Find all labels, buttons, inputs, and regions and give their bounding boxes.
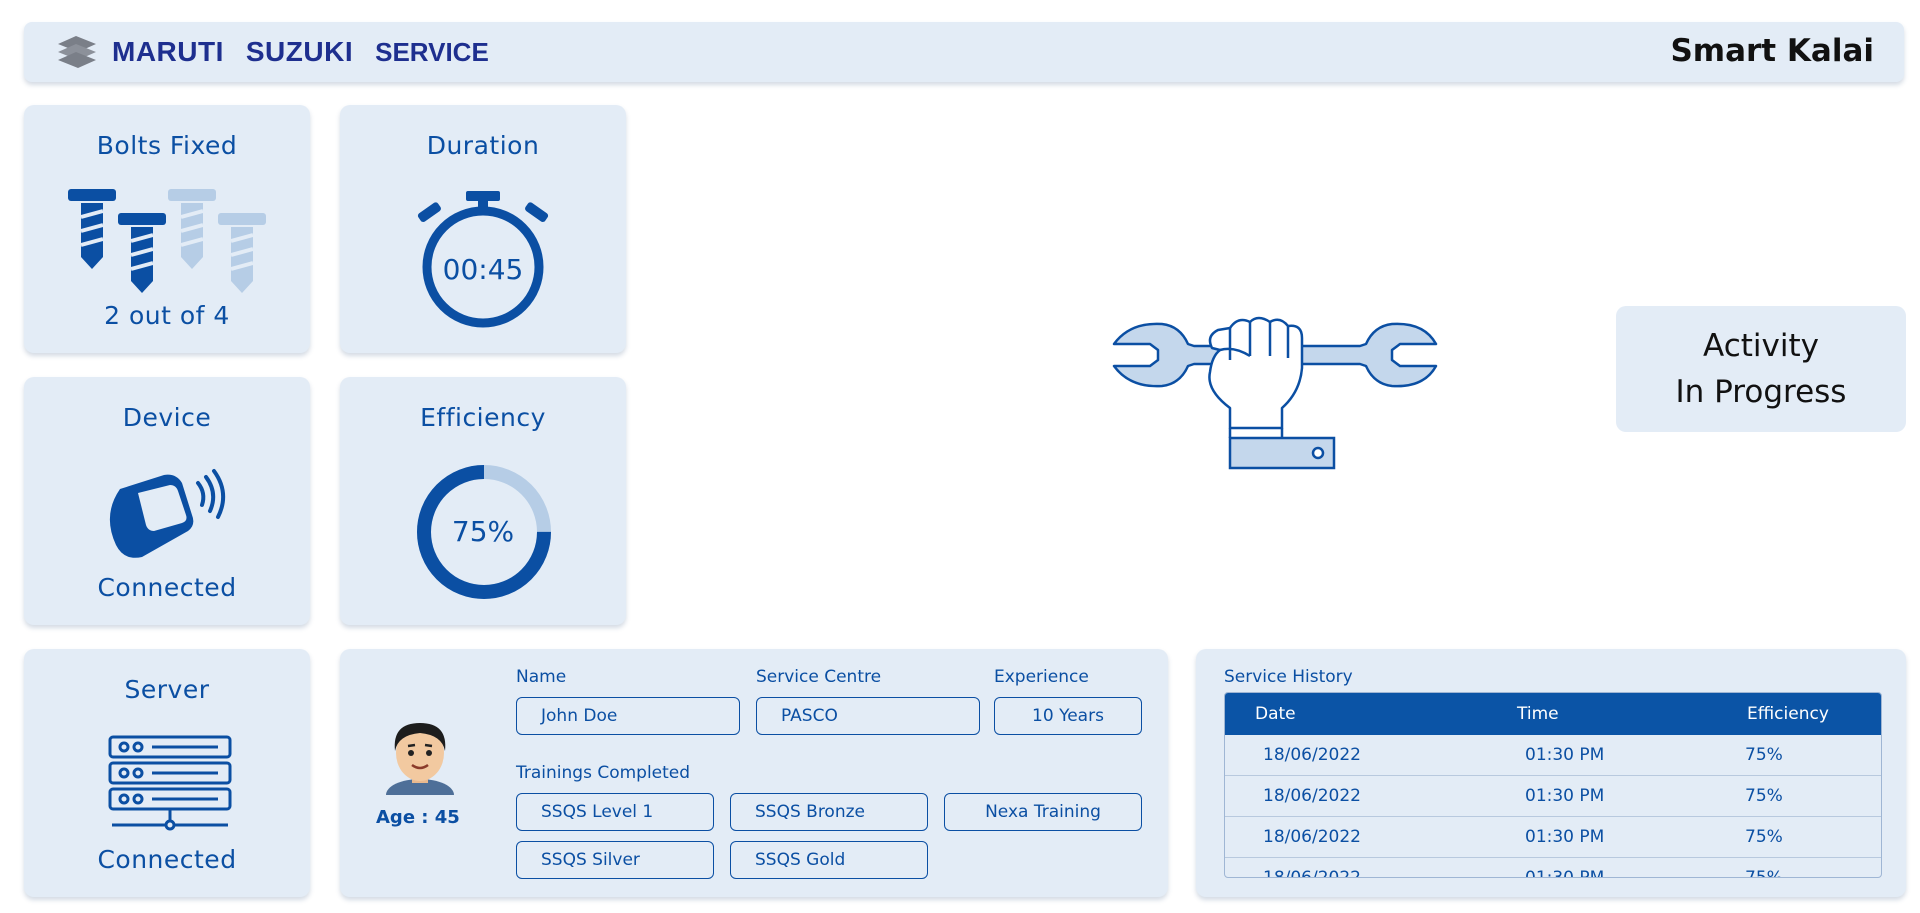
service-centre-label: Service Centre: [756, 667, 882, 687]
server-status: Connected: [97, 845, 237, 874]
experience-field: 10 Years: [994, 697, 1142, 735]
hand-wrench-icon: [1112, 316, 1438, 470]
table-header: Date Time Efficiency: [1225, 693, 1881, 735]
brand-logo: MARUTI SUZUKI SERVICE: [56, 36, 489, 68]
table-row: 18/06/2022 01:30 PM 75%: [1225, 735, 1881, 776]
brand-suzuki: SUZUKI: [245, 36, 354, 67]
row-date: 18/06/2022: [1263, 745, 1361, 765]
bolts-fixed-status: 2 out of 4: [104, 301, 230, 330]
row-efficiency: 75%: [1745, 745, 1783, 765]
server-title: Server: [124, 675, 210, 704]
efficiency-value: 75%: [451, 515, 515, 548]
row-time: 01:30 PM: [1525, 786, 1605, 806]
brand-maruti: MARUTI: [112, 36, 224, 67]
training-badge: SSQS Level 1: [516, 793, 714, 831]
experience-label: Experience: [994, 667, 1089, 687]
name-field: John Doe: [516, 697, 740, 735]
training-badge: Nexa Training: [944, 793, 1142, 831]
device-status: Connected: [97, 573, 237, 602]
efficiency-title: Efficiency: [420, 403, 546, 432]
column-header-efficiency: Efficiency: [1747, 704, 1829, 724]
trainings-label: Trainings Completed: [516, 763, 691, 783]
column-header-date: Date: [1255, 704, 1296, 724]
duration-tile: Duration 00:45: [340, 105, 626, 353]
training-badge: SSQS Silver: [516, 841, 714, 879]
row-time: 01:30 PM: [1525, 868, 1605, 878]
row-efficiency: 75%: [1745, 868, 1783, 878]
table-row: 18/06/2022 01:30 PM 75%: [1225, 776, 1881, 817]
training-badge: SSQS Bronze: [730, 793, 928, 831]
duration-title: Duration: [426, 131, 540, 160]
activity-status-card: Activity In Progress: [1616, 306, 1906, 432]
bolts-icon: [68, 189, 266, 293]
device-tile: Device Connected: [24, 377, 310, 625]
age-label: Age : 45: [376, 807, 460, 828]
row-efficiency: 75%: [1745, 827, 1783, 847]
suzuki-s-icon: [58, 36, 96, 68]
avatar: [386, 723, 454, 795]
service-history-table[interactable]: Date Time Efficiency 18/06/2022 01:30 PM…: [1224, 692, 1882, 878]
row-date: 18/06/2022: [1263, 827, 1361, 847]
server-icon: [108, 735, 232, 831]
activity-line-2: In Progress: [1675, 374, 1847, 410]
duration-time: 00:45: [442, 253, 524, 286]
table-row: 18/06/2022 01:30 PM 75%: [1225, 858, 1881, 878]
brand-service: SERVICE: [375, 36, 489, 67]
header-bar: MARUTI SUZUKI SERVICE Smart Kalai: [24, 22, 1904, 82]
column-header-time: Time: [1517, 704, 1559, 724]
technician-profile-card: Age : 45 Name Service Centre Experience …: [340, 649, 1168, 897]
row-efficiency: 75%: [1745, 786, 1783, 806]
table-row: 18/06/2022 01:30 PM 75%: [1225, 817, 1881, 858]
smartwatch-icon: [109, 469, 226, 558]
efficiency-tile: Efficiency 75%: [340, 377, 626, 625]
bolts-fixed-tile: Bolts Fixed 2 out of 4: [24, 105, 310, 353]
activity-line-1: Activity: [1703, 328, 1819, 364]
row-date: 18/06/2022: [1263, 786, 1361, 806]
server-tile: Server Connected: [24, 649, 310, 897]
service-history-title: Service History: [1224, 667, 1353, 687]
bolts-fixed-title: Bolts Fixed: [96, 131, 238, 160]
name-label: Name: [516, 667, 567, 687]
service-centre-field: PASCO: [756, 697, 980, 735]
row-time: 01:30 PM: [1525, 827, 1605, 847]
training-badge: SSQS Gold: [730, 841, 928, 879]
app-title: Smart Kalai: [1670, 33, 1874, 69]
row-date: 18/06/2022: [1263, 868, 1361, 878]
row-time: 01:30 PM: [1525, 745, 1605, 765]
device-title: Device: [122, 403, 212, 432]
